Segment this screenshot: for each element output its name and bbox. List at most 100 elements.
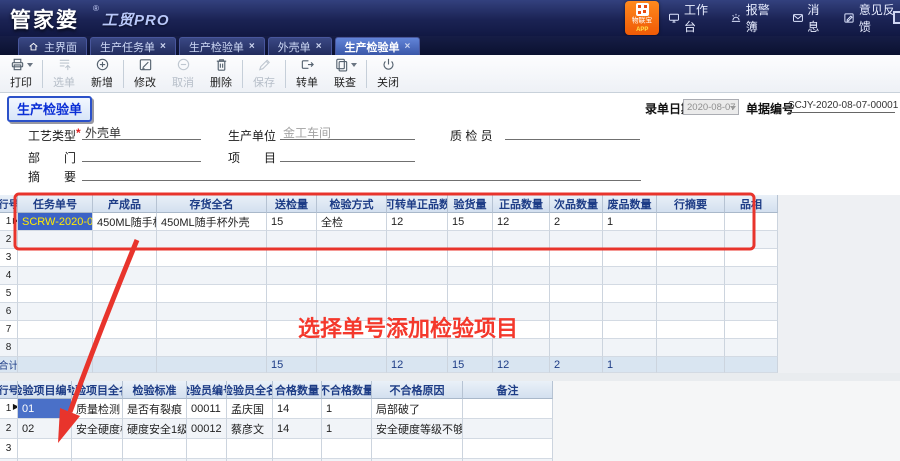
- column-header[interactable]: 不合格原因: [372, 381, 463, 399]
- close-tab-icon[interactable]: ×: [160, 41, 166, 52]
- column-header[interactable]: 检验项目编号: [18, 381, 72, 399]
- grid-cell[interactable]: [18, 267, 93, 285]
- grid-cell[interactable]: 2: [550, 213, 603, 231]
- grid-cell[interactable]: [550, 285, 603, 303]
- dropdown-caret-icon[interactable]: [27, 63, 33, 70]
- linked-query-button[interactable]: 联查: [326, 57, 364, 91]
- grid-cell[interactable]: [725, 321, 778, 339]
- summary-field[interactable]: [82, 165, 641, 181]
- grid-cell[interactable]: 00012: [187, 419, 227, 439]
- grid-cell[interactable]: [273, 439, 322, 459]
- grid-cell[interactable]: [317, 249, 387, 267]
- grid-cell[interactable]: [267, 249, 317, 267]
- column-header[interactable]: 废品数量: [603, 195, 657, 213]
- grid-cell[interactable]: [157, 267, 267, 285]
- grid-cell[interactable]: [448, 249, 493, 267]
- grid-cell[interactable]: 450ML随手杯外壳: [157, 213, 267, 231]
- grid-cell[interactable]: [657, 267, 725, 285]
- grid-cell[interactable]: [657, 321, 725, 339]
- save-button[interactable]: 保存: [245, 57, 283, 91]
- grid-cell[interactable]: [657, 249, 725, 267]
- column-header[interactable]: 送检量: [267, 195, 317, 213]
- process-type-field[interactable]: 外壳单: [82, 124, 201, 140]
- grid-cell[interactable]: [267, 267, 317, 285]
- modify-button[interactable]: 修改: [126, 57, 164, 91]
- grid-cell[interactable]: [372, 439, 463, 459]
- grid-cell[interactable]: [725, 231, 778, 249]
- grid-cell[interactable]: [725, 213, 778, 231]
- grid-cell[interactable]: [603, 231, 657, 249]
- grid-cell[interactable]: [463, 419, 553, 439]
- grid-cell[interactable]: 15: [267, 213, 317, 231]
- grid-cell[interactable]: 是否有裂痕: [123, 399, 187, 419]
- grid-cell[interactable]: [603, 267, 657, 285]
- grid-cell[interactable]: 14: [273, 399, 322, 419]
- grid-cell[interactable]: 15: [448, 213, 493, 231]
- quality-inspector-field[interactable]: [505, 124, 640, 140]
- grid-cell[interactable]: [603, 321, 657, 339]
- column-header[interactable]: 检验标准: [123, 381, 187, 399]
- grid-cell[interactable]: [157, 339, 267, 357]
- grid-cell[interactable]: [550, 303, 603, 321]
- delete-button[interactable]: 删除: [202, 57, 240, 91]
- grid-cell[interactable]: 1: [322, 399, 372, 419]
- grid-cell[interactable]: [18, 321, 93, 339]
- grid-cell[interactable]: [317, 339, 387, 357]
- grid-cell[interactable]: [493, 321, 550, 339]
- grid-cell[interactable]: [72, 439, 123, 459]
- grid-cell[interactable]: [657, 231, 725, 249]
- grid-cell[interactable]: [387, 231, 448, 249]
- row-number-cell[interactable]: 7: [0, 321, 18, 339]
- column-header[interactable]: 检验项目全名: [72, 381, 123, 399]
- grid-cell[interactable]: [93, 321, 157, 339]
- grid-cell[interactable]: [267, 285, 317, 303]
- grid-cell[interactable]: 1: [322, 419, 372, 439]
- grid-cell[interactable]: 14: [273, 419, 322, 439]
- grid-cell[interactable]: [725, 285, 778, 303]
- grid-cell[interactable]: [725, 267, 778, 285]
- grid-cell[interactable]: [93, 249, 157, 267]
- grid-cell[interactable]: [317, 231, 387, 249]
- close-tab-icon[interactable]: ×: [405, 41, 411, 52]
- grid-cell[interactable]: [448, 267, 493, 285]
- grid-cell[interactable]: [493, 303, 550, 321]
- alarm-menu-item[interactable]: 报警簿: [730, 1, 777, 35]
- grid-cell[interactable]: [267, 321, 317, 339]
- print-button[interactable]: 打印: [2, 57, 40, 91]
- workbench-menu-item[interactable]: 工作台: [668, 1, 715, 35]
- column-header[interactable]: 检验方式: [317, 195, 387, 213]
- project-field[interactable]: [280, 146, 415, 162]
- row-number-cell[interactable]: 8: [0, 339, 18, 357]
- column-header[interactable]: 品相: [725, 195, 778, 213]
- grid-cell[interactable]: [123, 439, 187, 459]
- grid-cell[interactable]: [463, 439, 553, 459]
- grid-cell[interactable]: [93, 339, 157, 357]
- doc-number-value[interactable]: SCJY-2020-08-07-00001: [788, 100, 895, 113]
- close-tab-icon[interactable]: ×: [249, 41, 255, 52]
- grid-cell[interactable]: [448, 231, 493, 249]
- row-number-cell[interactable]: 2: [0, 231, 18, 249]
- column-header[interactable]: 验货量: [448, 195, 493, 213]
- grid-cell[interactable]: [603, 339, 657, 357]
- grid-cell[interactable]: 孟庆国: [227, 399, 273, 419]
- grid-cell[interactable]: 安全硬度检验: [72, 419, 123, 439]
- grid-cell[interactable]: [227, 439, 273, 459]
- grid-cell[interactable]: [18, 439, 72, 459]
- grid-cell[interactable]: [317, 267, 387, 285]
- close-button[interactable]: 关闭: [369, 57, 407, 91]
- grid-cell[interactable]: 全检: [317, 213, 387, 231]
- column-header[interactable]: 行摘要: [657, 195, 725, 213]
- grid-cell[interactable]: [93, 285, 157, 303]
- grid-cell[interactable]: [493, 267, 550, 285]
- grid-cell[interactable]: [550, 249, 603, 267]
- grid-cell[interactable]: [317, 303, 387, 321]
- add-new-button[interactable]: 新增: [83, 57, 121, 91]
- grid-cell[interactable]: 12: [493, 213, 550, 231]
- grid-cell[interactable]: [493, 231, 550, 249]
- column-header[interactable]: 检验员编号: [187, 381, 227, 399]
- grid-cell[interactable]: 1: [603, 213, 657, 231]
- grid-cell[interactable]: 质量检测: [72, 399, 123, 419]
- grid-cell[interactable]: [157, 285, 267, 303]
- grid-cell[interactable]: SCRW-2020-08-07-0: [18, 213, 93, 231]
- grid-cell[interactable]: [18, 303, 93, 321]
